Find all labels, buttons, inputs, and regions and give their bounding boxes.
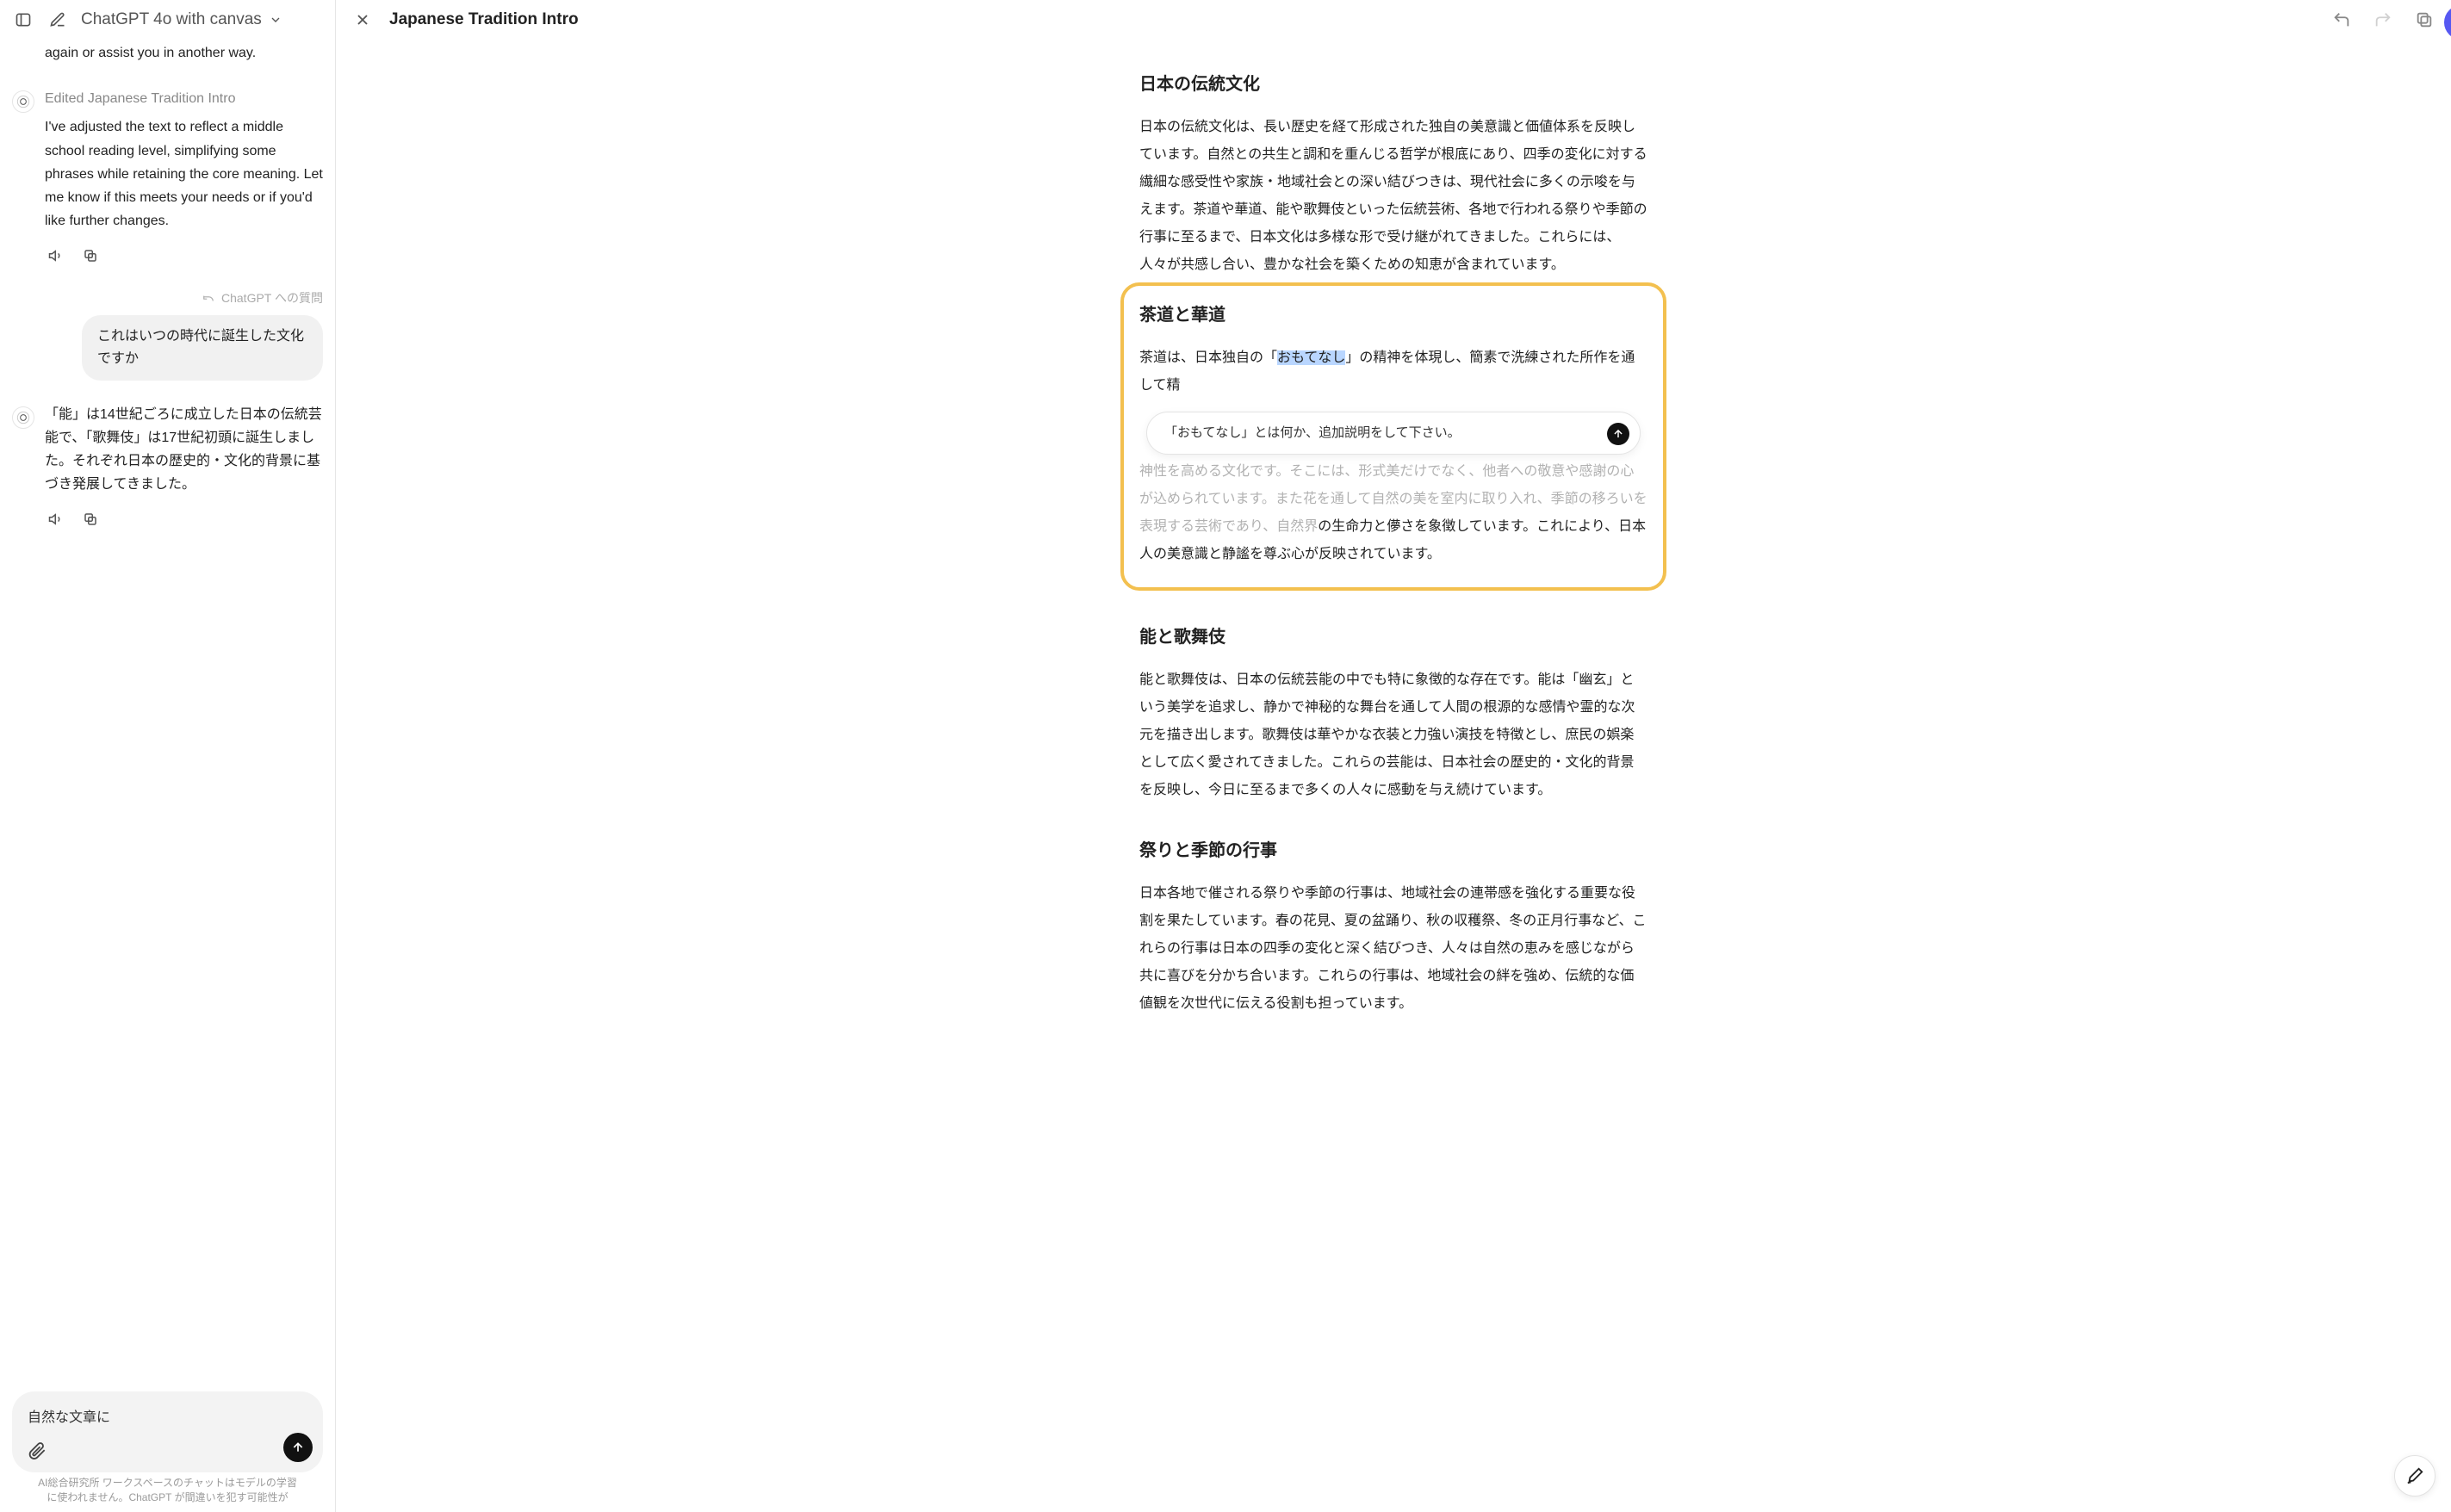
paperclip-icon xyxy=(28,1441,47,1460)
copy-document-button[interactable] xyxy=(2413,9,2435,31)
user-bubble: これはいつの時代に誕生した文化ですか xyxy=(82,315,323,380)
edit-icon xyxy=(49,11,66,28)
message-composer[interactable]: 自然な文章に xyxy=(12,1391,323,1472)
openai-logo-icon xyxy=(16,411,30,424)
canvas-header: Japanese Tradition Intro xyxy=(336,0,2451,41)
selection-annotation-box: 茶道と華道 茶道は、日本独自の「おもてなし」の精神を体現し、簡素で洗練された所作… xyxy=(1120,282,1666,591)
attach-button[interactable] xyxy=(26,1440,48,1462)
new-chat-button[interactable] xyxy=(47,9,69,31)
doc-paragraph-2b: 神性を高める文化です。そこには、形式美だけでなく、他者への敬意や感謝の心が込めら… xyxy=(1139,458,1647,568)
assistant-avatar xyxy=(12,406,34,429)
copy-icon xyxy=(83,511,98,527)
document-body[interactable]: 日本の伝統文化 日本の伝統文化は、長い歴史を経て形成された独自の美意識と価値体系… xyxy=(1139,67,1647,1018)
undo-button[interactable] xyxy=(2330,9,2353,31)
edited-document-label: Edited Japanese Tradition Intro xyxy=(45,87,323,110)
selected-text[interactable]: おもてなし xyxy=(1277,350,1345,365)
close-canvas-button[interactable] xyxy=(351,9,374,31)
doc-heading-1: 日本の伝統文化 xyxy=(1139,67,1647,102)
openai-logo-icon xyxy=(16,95,30,108)
message-actions xyxy=(45,508,323,530)
canvas-toolbar xyxy=(2330,9,2435,31)
assistant-message: Edited Japanese Tradition Intro I've adj… xyxy=(12,87,323,267)
assistant-message-truncated: again or assist you in another way. xyxy=(12,41,323,65)
redo-button[interactable] xyxy=(2372,9,2394,31)
model-name-label: ChatGPT 4o with canvas xyxy=(81,10,262,29)
suggestion-prompt-label: ChatGPT への質問 xyxy=(12,289,323,307)
message-text: 「能」は14世紀ごろに成立した日本の伝統芸能で、「歌舞伎」は17世紀初頭に誕生し… xyxy=(45,403,323,497)
user-message: これはいつの時代に誕生した文化ですか xyxy=(12,315,323,380)
arrow-up-icon xyxy=(1612,428,1624,440)
doc-paragraph-4: 日本各地で催される祭りや季節の行事は、地域社会の連帯感を強化する重要な役割を果た… xyxy=(1139,880,1647,1018)
inline-prompt-text[interactable]: 「おもてなし」とは何か、追加説明をして下さい。 xyxy=(1164,425,1461,440)
copy-button[interactable] xyxy=(79,508,102,530)
speaker-icon xyxy=(48,511,64,527)
canvas-panel: Japanese Tradition Intro 日本の伝統文化 日本の伝統文化… xyxy=(336,0,2451,1512)
message-text: I've adjusted the text to reflect a midd… xyxy=(45,115,323,232)
read-aloud-button[interactable] xyxy=(45,245,67,267)
doc-paragraph-2: 茶道は、日本独自の「おもてなし」の精神を体現し、簡素で洗練された所作を通して精 xyxy=(1139,344,1647,400)
redo-icon xyxy=(2373,10,2392,29)
inline-edit-prompt[interactable]: 「おもてなし」とは何か、追加説明をして下さい。 xyxy=(1146,412,1641,455)
toggle-sidebar-button[interactable] xyxy=(12,9,34,31)
sidebar-header: ChatGPT 4o with canvas xyxy=(0,0,335,41)
copy-icon xyxy=(83,248,98,263)
p2-pre: 茶道は、日本独自の「 xyxy=(1139,350,1277,365)
undo-icon xyxy=(2332,10,2351,29)
doc-heading-3: 能と歌舞伎 xyxy=(1139,620,1647,654)
doc-heading-4: 祭りと季節の行事 xyxy=(1139,833,1647,868)
assistant-message: 「能」は14世紀ごろに成立した日本の伝統芸能で、「歌舞伎」は17世紀初頭に誕生し… xyxy=(12,403,323,531)
chat-sidebar: ChatGPT 4o with canvas again or assist y… xyxy=(0,0,336,1512)
chevron-down-icon xyxy=(269,13,282,27)
arrow-up-icon xyxy=(291,1441,305,1454)
suggestion-text: ChatGPT への質問 xyxy=(221,289,323,307)
chat-message-list[interactable]: again or assist you in another way. Edit… xyxy=(0,41,335,1391)
disclaimer-text: AI総合研究所 ワークスペースのチャットはモデルの学習に使われません。ChatG… xyxy=(12,1472,323,1505)
doc-paragraph-3: 能と歌舞伎は、日本の伝統芸能の中でも特に象徴的な存在です。能は「幽玄」という美学… xyxy=(1139,666,1647,804)
sidebar-icon xyxy=(15,11,32,28)
assistant-avatar xyxy=(12,90,34,113)
reply-arrow-icon xyxy=(202,292,214,304)
profile-avatar[interactable] xyxy=(2444,5,2451,40)
copy-button[interactable] xyxy=(79,245,102,267)
canvas-title: Japanese Tradition Intro xyxy=(389,10,579,29)
document-scroll[interactable]: 日本の伝統文化 日本の伝統文化は、長い歴史を経て形成された独自の美意識と価値体系… xyxy=(336,41,2451,1512)
copy-stacked-icon xyxy=(2415,10,2434,29)
message-text: again or assist you in another way. xyxy=(45,41,323,65)
message-actions xyxy=(45,245,323,267)
inline-send-button[interactable] xyxy=(1607,423,1629,445)
read-aloud-button[interactable] xyxy=(45,508,67,530)
composer-area: 自然な文章に AI総合研究所 ワークスペースのチャットはモデルの学習に使われませ… xyxy=(0,1391,335,1512)
pen-icon xyxy=(2405,1466,2424,1485)
composer-input[interactable]: 自然な文章に xyxy=(28,1405,307,1426)
model-selector[interactable]: ChatGPT 4o with canvas xyxy=(81,10,282,29)
canvas-edit-fab[interactable] xyxy=(2394,1455,2435,1497)
close-icon xyxy=(354,11,371,28)
doc-paragraph-1: 日本の伝統文化は、長い歴史を経て形成された独自の美意識と価値体系を反映しています… xyxy=(1139,114,1647,279)
doc-heading-2: 茶道と華道 xyxy=(1139,298,1647,332)
speaker-icon xyxy=(48,248,64,263)
send-button[interactable] xyxy=(283,1433,313,1462)
